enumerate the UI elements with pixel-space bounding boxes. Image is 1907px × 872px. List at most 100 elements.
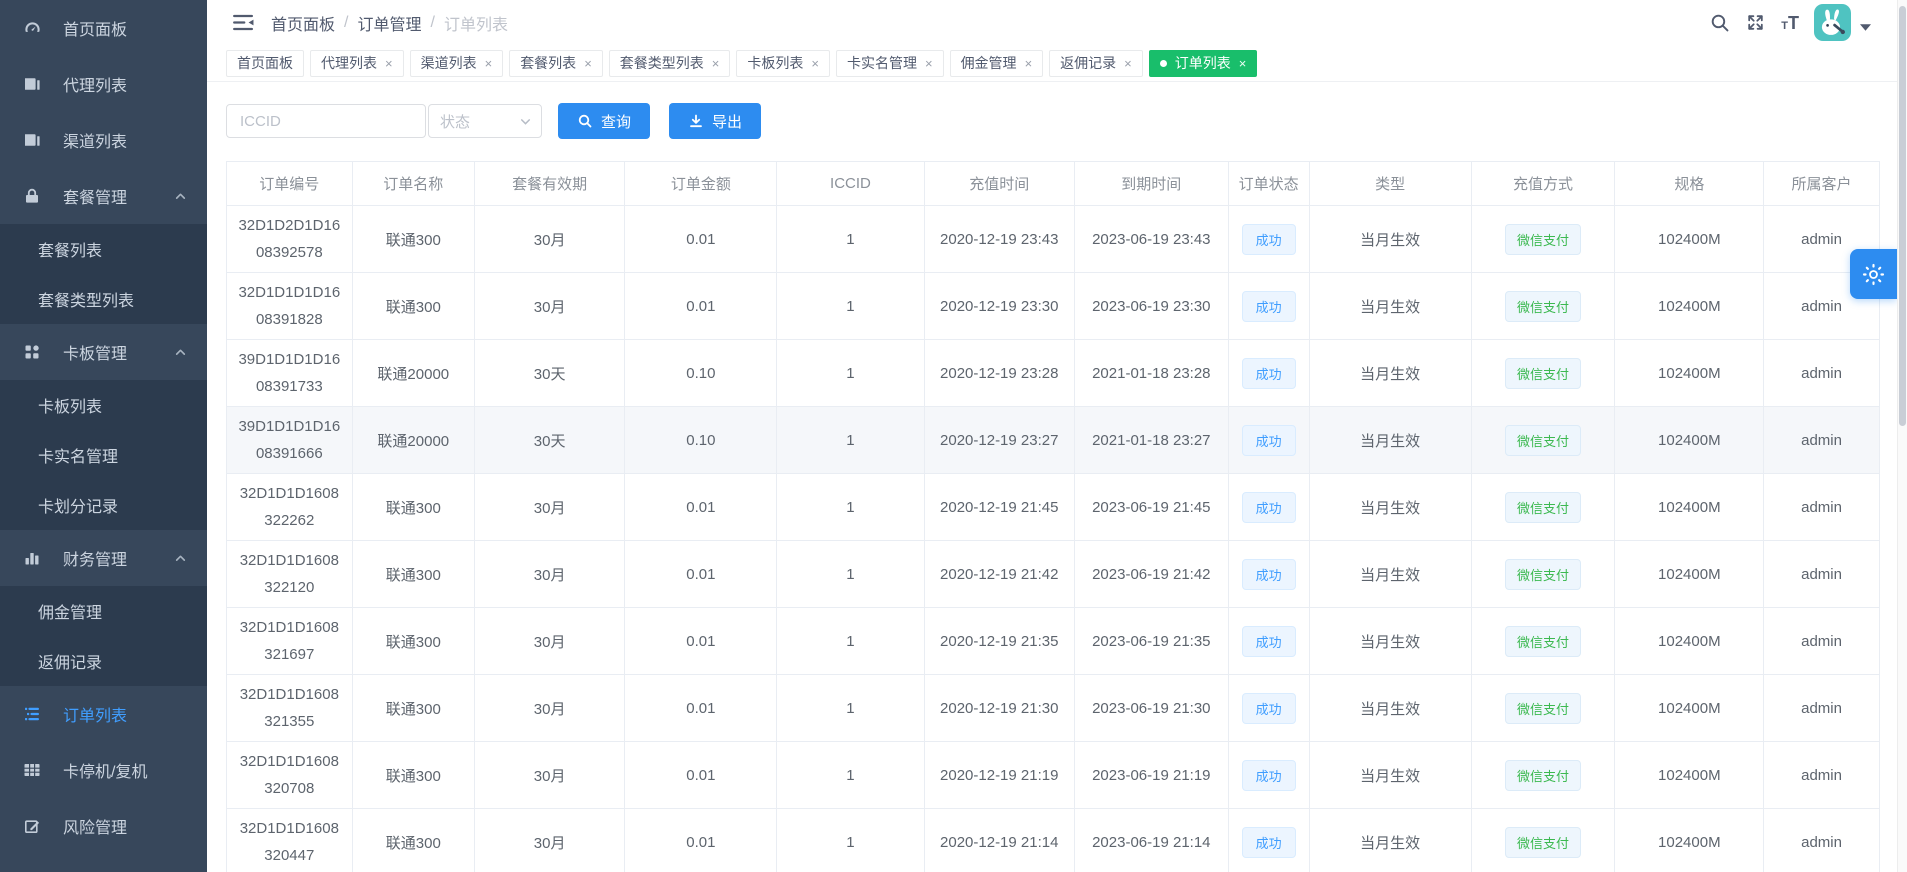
tab-home-panel[interactable]: 首页面板 bbox=[226, 50, 304, 77]
close-icon[interactable]: × bbox=[925, 57, 933, 70]
status-badge: 成功 bbox=[1242, 693, 1296, 724]
sidebar-item-card-management[interactable]: 卡板管理 bbox=[0, 324, 207, 380]
avatar[interactable] bbox=[1814, 4, 1851, 41]
caret-down-icon[interactable] bbox=[1860, 24, 1871, 31]
tab-label: 返佣记录 bbox=[1060, 53, 1116, 73]
cell-type: 当月生效 bbox=[1310, 608, 1472, 675]
sidebar-item-card-list[interactable]: 卡板列表 bbox=[0, 380, 207, 430]
close-icon[interactable]: × bbox=[1124, 57, 1132, 70]
cell-pay_method: 微信支付 bbox=[1472, 206, 1616, 273]
cell-amount: 0.01 bbox=[625, 675, 777, 742]
column-header-pay_method: 充值方式 bbox=[1472, 162, 1616, 206]
cell-spec: 102400M bbox=[1615, 474, 1764, 541]
download-icon bbox=[688, 113, 704, 129]
tab-channel-list[interactable]: 渠道列表× bbox=[410, 50, 504, 77]
table-row[interactable]: 39D1D1D1D1608391666联通2000030天0.1012020-1… bbox=[227, 407, 1880, 474]
cell-type: 当月生效 bbox=[1310, 541, 1472, 608]
iccid-input[interactable] bbox=[226, 104, 426, 138]
table-row[interactable]: 32D1D1D1608321355联通30030月0.0112020-12-19… bbox=[227, 675, 1880, 742]
breadcrumb-item[interactable]: 订单管理 bbox=[357, 11, 421, 35]
tab-package-list[interactable]: 套餐列表 × bbox=[509, 50, 603, 77]
table-row[interactable]: 32D1D1D1608320447联通30030月0.0112020-12-19… bbox=[227, 809, 1880, 872]
close-icon[interactable]: × bbox=[712, 57, 720, 70]
cell-expire_time: 2021-01-18 23:27 bbox=[1075, 407, 1229, 474]
sidebar-item-card-suspend-resume[interactable]: 卡停机/复机 bbox=[0, 742, 207, 798]
sidebar-item-risk-management[interactable]: 风险管理 bbox=[0, 798, 207, 854]
sidebar-item-card-realname-management[interactable]: 卡实名管理 bbox=[0, 430, 207, 480]
sidebar-item-home-panel[interactable]: 首页面板 bbox=[0, 0, 207, 56]
column-header-type: 类型 bbox=[1310, 162, 1472, 206]
cell-pay_method: 微信支付 bbox=[1472, 474, 1616, 541]
breadcrumb-item[interactable]: 首页面板 bbox=[271, 11, 335, 35]
sidebar-item-package-type-list[interactable]: 套餐类型列表 bbox=[0, 274, 207, 324]
status-badge: 成功 bbox=[1242, 358, 1296, 389]
order-no-line: 39D1D1D1D16 bbox=[238, 413, 340, 440]
sidebar-item-label: 套餐列表 bbox=[38, 237, 102, 261]
sidebar: 首页面板代理列表渠道列表套餐管理套餐列表套餐类型列表卡板管理卡板列表卡实名管理卡… bbox=[0, 0, 207, 872]
cell-status: 成功 bbox=[1229, 608, 1310, 675]
cell-iccid: 1 bbox=[777, 742, 924, 809]
close-icon[interactable]: × bbox=[811, 57, 819, 70]
tab-card-list[interactable]: 卡板列表× bbox=[736, 50, 830, 77]
fullscreen-icon[interactable] bbox=[1745, 12, 1766, 33]
cell-iccid: 1 bbox=[777, 206, 924, 273]
close-icon[interactable]: × bbox=[1025, 57, 1033, 70]
cell-type: 当月生效 bbox=[1310, 407, 1472, 474]
sidebar-item-label: 卡板管理 bbox=[63, 340, 127, 364]
sidebar-item-order-list[interactable]: 订单列表 bbox=[0, 686, 207, 742]
status-badge: 成功 bbox=[1242, 559, 1296, 590]
scrollbar[interactable] bbox=[1897, 0, 1907, 872]
tab-label: 套餐列表 bbox=[520, 53, 576, 73]
sidebar-item-commission-management[interactable]: 佣金管理 bbox=[0, 586, 207, 636]
cell-order_no: 32D1D1D1608320447 bbox=[227, 809, 353, 872]
cell-amount: 0.01 bbox=[625, 809, 777, 872]
tab-package-type-list[interactable]: 套餐类型列表× bbox=[609, 50, 731, 77]
sidebar-item-package-list[interactable]: 套餐列表 bbox=[0, 224, 207, 274]
tab-rebate-records[interactable]: 返佣记录 × bbox=[1049, 50, 1143, 77]
table-row[interactable]: 39D1D1D1D1608391733联通2000030天0.1012020-1… bbox=[227, 340, 1880, 407]
table-row[interactable]: 32D1D1D1608321697联通30030月0.0112020-12-19… bbox=[227, 608, 1880, 675]
cell-amount: 0.01 bbox=[625, 742, 777, 809]
sidebar-item-package-management[interactable]: 套餐管理 bbox=[0, 168, 207, 224]
tab-label: 代理列表 bbox=[321, 53, 377, 73]
cell-status: 成功 bbox=[1229, 675, 1310, 742]
status-select[interactable]: 状态 bbox=[428, 104, 542, 138]
cell-name: 联通300 bbox=[353, 273, 475, 340]
close-icon[interactable]: × bbox=[385, 57, 393, 70]
settings-gear-button[interactable] bbox=[1850, 249, 1897, 299]
query-button[interactable]: 查询 bbox=[558, 103, 650, 139]
table-row[interactable]: 32D1D1D1D1608391828联通30030月0.0112020-12-… bbox=[227, 273, 1880, 340]
cell-status: 成功 bbox=[1229, 809, 1310, 872]
tab-order-list[interactable]: 订单列表× bbox=[1149, 50, 1258, 77]
scrollbar-thumb[interactable] bbox=[1899, 6, 1906, 426]
sidebar-item-channel-list[interactable]: 渠道列表 bbox=[0, 112, 207, 168]
tab-card-realname-management[interactable]: 卡实名管理× bbox=[836, 50, 944, 77]
close-icon[interactable]: × bbox=[485, 57, 493, 70]
pay-method-badge: 微信支付 bbox=[1505, 224, 1581, 255]
close-icon[interactable]: × bbox=[1239, 57, 1247, 70]
chevron-up-icon bbox=[174, 346, 187, 359]
tab-commission-management[interactable]: 佣金管理× bbox=[950, 50, 1044, 77]
sidebar-item-finance-management[interactable]: 财务管理 bbox=[0, 530, 207, 586]
table-row[interactable]: 32D1D1D1608322120联通30030月0.0112020-12-19… bbox=[227, 541, 1880, 608]
font-size-icon[interactable]: TT bbox=[1781, 14, 1799, 32]
table-row[interactable]: 32D1D1D1608320708联通30030月0.0112020-12-19… bbox=[227, 742, 1880, 809]
pay-method-badge: 微信支付 bbox=[1505, 626, 1581, 657]
sidebar-item-rebate-records[interactable]: 返佣记录 bbox=[0, 636, 207, 686]
cell-name: 联通300 bbox=[353, 608, 475, 675]
sidebar-collapse-icon[interactable] bbox=[232, 13, 255, 32]
cell-iccid: 1 bbox=[777, 407, 924, 474]
table-row[interactable]: 32D1D1D1608322262联通30030月0.0112020-12-19… bbox=[227, 474, 1880, 541]
sidebar-item-agent-list[interactable]: 代理列表 bbox=[0, 56, 207, 112]
pay-method-badge: 微信支付 bbox=[1505, 291, 1581, 322]
tab-agent-list[interactable]: 代理列表 × bbox=[310, 50, 404, 77]
export-button[interactable]: 导出 bbox=[669, 103, 761, 139]
cell-validity: 30月 bbox=[475, 273, 625, 340]
sidebar-item-card-split-records[interactable]: 卡划分记录 bbox=[0, 480, 207, 530]
close-icon[interactable]: × bbox=[584, 57, 592, 70]
cell-amount: 0.01 bbox=[625, 206, 777, 273]
table-row[interactable]: 32D1D2D1D1608392578联通30030月0.0112020-12-… bbox=[227, 206, 1880, 273]
cell-recharge_time: 2020-12-19 21:14 bbox=[925, 809, 1075, 872]
sidebar-item-label: 首页面板 bbox=[63, 16, 127, 40]
search-icon[interactable] bbox=[1709, 12, 1730, 33]
